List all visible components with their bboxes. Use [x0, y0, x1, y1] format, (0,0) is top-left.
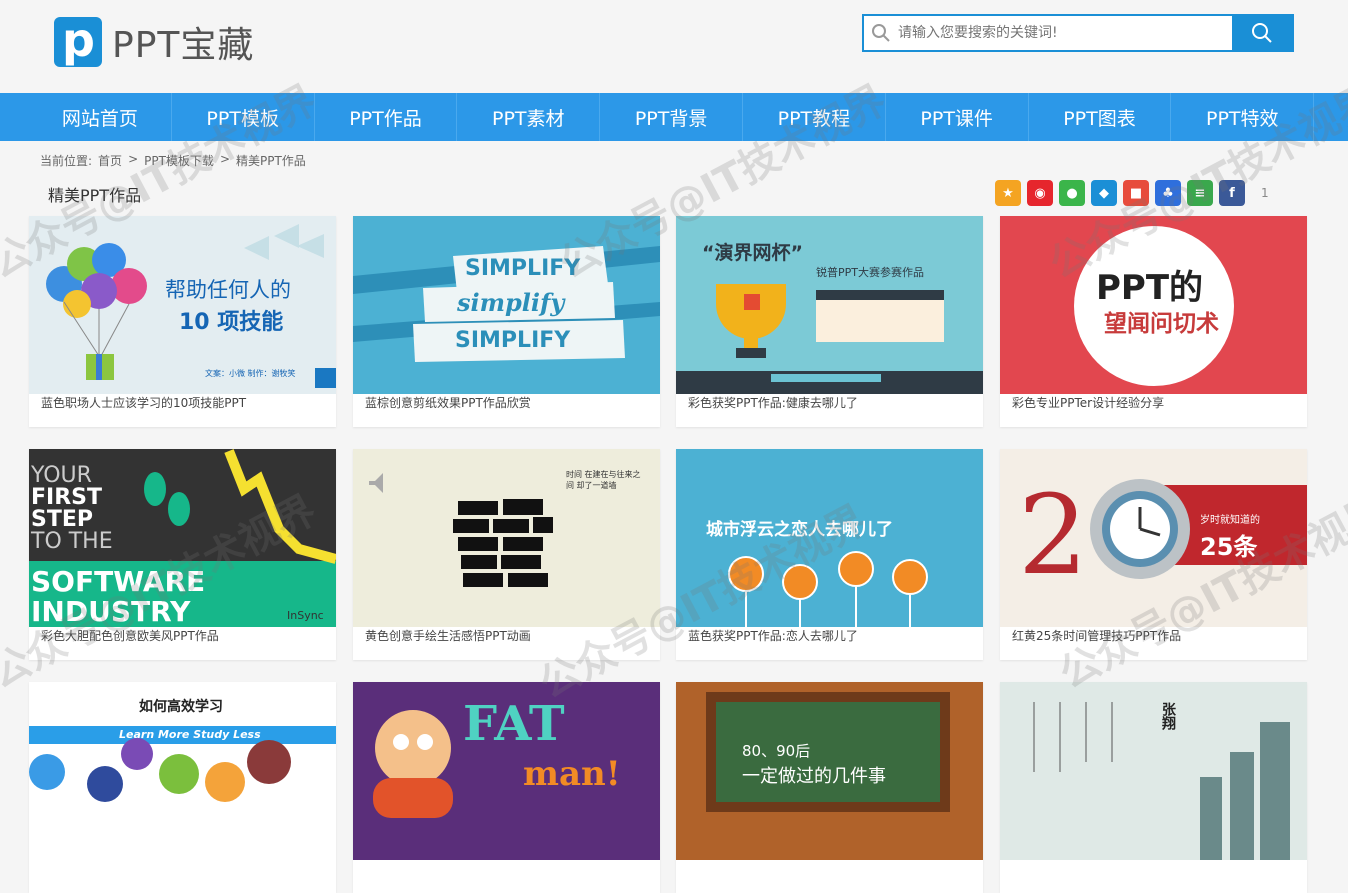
breadcrumb-home[interactable]: 首页	[98, 152, 122, 169]
nav-item-courseware[interactable]: PPT课件	[886, 93, 1029, 141]
breadcrumb-prefix: 当前位置:	[40, 154, 93, 168]
thumb-footer: 文案：小微 制作：谢牧笑	[205, 369, 296, 378]
card-caption[interactable]	[676, 860, 983, 893]
card-caption[interactable]: 蓝色职场人士应该学习的10项技能PPT	[29, 394, 336, 427]
card-thumbnail: FAT man!	[353, 682, 660, 860]
card-caption[interactable]: 彩色专业PPTer设计经验分享	[1000, 394, 1307, 427]
nav-item-backgrounds[interactable]: PPT背景	[600, 93, 743, 141]
thumb-subtitle: 锐普PPT大赛参赛作品	[816, 266, 924, 279]
nav-item-charts[interactable]: PPT图表	[1029, 93, 1172, 141]
share-bar: ★ ◉ ● ◆ ■ ♣ ≡ f 1	[995, 180, 1269, 206]
thumb-line1: PPT的	[1096, 268, 1204, 308]
breadcrumb-sep: >	[128, 152, 139, 166]
renren-icon[interactable]: ■	[1123, 180, 1149, 206]
thumb-small: 岁时就知道的	[1200, 515, 1260, 526]
nav-item-home[interactable]: 网站首页	[29, 93, 172, 141]
thumb-l4: TO THE	[31, 529, 113, 554]
work-card[interactable]: PPT的 望闻问切术 彩色专业PPTer设计经验分享	[1000, 216, 1307, 427]
card-thumbnail: 张翔	[1000, 682, 1307, 860]
thumb-title: 城市浮云之恋人去哪儿了	[706, 520, 893, 540]
card-caption[interactable]: 黄色创意手绘生活感悟PPT动画	[353, 627, 660, 660]
thumb-word1: SIMPLIFY	[465, 256, 581, 281]
logo-text: PPT宝藏	[112, 25, 255, 66]
search-icon	[864, 16, 898, 50]
thumb-l2: 一定做过的几件事	[742, 766, 886, 787]
card-caption[interactable]: 蓝棕创意剪纸效果PPT作品欣赏	[353, 394, 660, 427]
main-nav: 网站首页 PPT模板 PPT作品 PPT素材 PPT背景 PPT教程 PPT课件…	[0, 93, 1348, 141]
thumb-l6: INDUSTRY	[31, 595, 191, 627]
thumb-line2: 望闻问切术	[1104, 311, 1219, 337]
card-thumbnail: 如何高效学习 Learn More Study Less	[29, 682, 336, 860]
card-thumbnail: 帮助任何人的 10 项技能 文案：小微 制作：谢牧笑	[29, 216, 336, 394]
thumb-word1: FAT	[463, 696, 565, 752]
thumb-word2: simplify	[457, 288, 565, 317]
work-card[interactable]: 80、90后 一定做过的几件事	[676, 682, 983, 893]
search-button[interactable]	[1232, 16, 1292, 50]
search-bar	[862, 14, 1294, 52]
work-card[interactable]: SIMPLIFY simplify SIMPLIFY 蓝棕创意剪纸效果PPT作品…	[353, 216, 660, 427]
nav-item-effects[interactable]: PPT特效	[1171, 93, 1315, 141]
nav-item-materials[interactable]: PPT素材	[457, 93, 601, 141]
card-caption[interactable]	[29, 860, 336, 893]
thumb-line2: 10 项技能	[179, 310, 284, 335]
work-card[interactable]: 如何高效学习 Learn More Study Less	[29, 682, 336, 893]
thumb-word2: man!	[523, 754, 621, 794]
thumb-num: 25条	[1200, 533, 1258, 561]
nav-item-works[interactable]: PPT作品	[315, 93, 458, 141]
work-card[interactable]: 帮助任何人的 10 项技能 文案：小微 制作：谢牧笑 蓝色职场人士应该学习的10…	[29, 216, 336, 427]
breadcrumb-sep: >	[219, 152, 230, 166]
work-card[interactable]: “演界网杯” 锐普PPT大赛参赛作品 彩色获奖PPT作品:健康去哪儿了	[676, 216, 983, 427]
card-thumbnail: “演界网杯” 锐普PPT大赛参赛作品	[676, 216, 983, 394]
work-card[interactable]: 2 岁时就知道的 25条 红黄25条时间管理技巧PPT作品	[1000, 449, 1307, 660]
thumb-big: 2	[1018, 471, 1088, 599]
site-header: p PPT宝藏	[0, 0, 1348, 93]
work-card[interactable]: 张翔	[1000, 682, 1307, 893]
card-caption[interactable]: 彩色大胆配色创意欧美风PPT作品	[29, 627, 336, 660]
share-count: 1	[1261, 186, 1269, 200]
card-caption[interactable]	[1000, 860, 1307, 893]
work-card[interactable]: 城市浮云之恋人去哪儿了 蓝色获奖PPT作品:恋人去哪儿了	[676, 449, 983, 660]
card-caption[interactable]: 红黄25条时间管理技巧PPT作品	[1000, 627, 1307, 660]
wechat-icon[interactable]: ●	[1059, 180, 1085, 206]
card-thumbnail: 城市浮云之恋人去哪儿了	[676, 449, 983, 627]
card-caption[interactable]: 蓝色获奖PPT作品:恋人去哪儿了	[676, 627, 983, 660]
baidu-icon[interactable]: ♣	[1155, 180, 1181, 206]
thumb-signature: 张翔	[1160, 702, 1176, 730]
card-thumbnail: 80、90后 一定做过的几件事	[676, 682, 983, 860]
nav-item-tutorials[interactable]: PPT教程	[743, 93, 886, 141]
site-logo[interactable]: p PPT宝藏	[54, 13, 255, 68]
card-thumbnail: 2 岁时就知道的 25条	[1000, 449, 1307, 627]
thumb-l5: SOFTWARE	[31, 565, 206, 598]
weibo-icon[interactable]: ◉	[1027, 180, 1053, 206]
facebook-icon[interactable]: f	[1219, 180, 1245, 206]
logo-mark: p	[54, 13, 102, 67]
nav-item-templates[interactable]: PPT模板	[172, 93, 315, 141]
breadcrumb: 当前位置: 首页 > PPT模板下载 > 精美PPT作品	[40, 152, 306, 169]
section-title: 精美PPT作品	[48, 186, 142, 205]
work-card[interactable]: 时间 在建在与往来之间 却了一道墙 黄色创意手绘生活感悟PPT动画	[353, 449, 660, 660]
thumb-brand: InSync	[287, 609, 324, 622]
card-thumbnail: 时间 在建在与往来之间 却了一道墙	[353, 449, 660, 627]
card-caption[interactable]	[353, 860, 660, 893]
tqq-icon[interactable]: ◆	[1091, 180, 1117, 206]
search-input[interactable]	[898, 16, 1232, 50]
work-card[interactable]: YOUR FIRST STEP TO THE SOFTWARE INDUSTRY…	[29, 449, 336, 660]
card-caption[interactable]: 彩色获奖PPT作品:健康去哪儿了	[676, 394, 983, 427]
thumb-note: 时间 在建在与往来之间 却了一道墙	[566, 470, 641, 490]
search-icon	[1252, 23, 1272, 43]
qzone-icon[interactable]: ★	[995, 180, 1021, 206]
card-thumbnail: YOUR FIRST STEP TO THE SOFTWARE INDUSTRY…	[29, 449, 336, 627]
breadcrumb-current[interactable]: 精美PPT作品	[236, 152, 306, 169]
thumb-banner: Learn More Study Less	[119, 728, 261, 741]
breadcrumb-templates[interactable]: PPT模板下载	[144, 152, 214, 169]
thumb-word3: SIMPLIFY	[455, 328, 571, 353]
work-card[interactable]: FAT man!	[353, 682, 660, 893]
thumb-title: “演界网杯”	[702, 242, 803, 264]
card-thumbnail: PPT的 望闻问切术	[1000, 216, 1307, 394]
card-thumbnail: SIMPLIFY simplify SIMPLIFY	[353, 216, 660, 394]
thumb-title: 如何高效学习	[139, 699, 223, 715]
douban-icon[interactable]: ≡	[1187, 180, 1213, 206]
thumb-l1: 80、90后	[742, 742, 811, 760]
thumb-line1: 帮助任何人的	[165, 278, 291, 302]
